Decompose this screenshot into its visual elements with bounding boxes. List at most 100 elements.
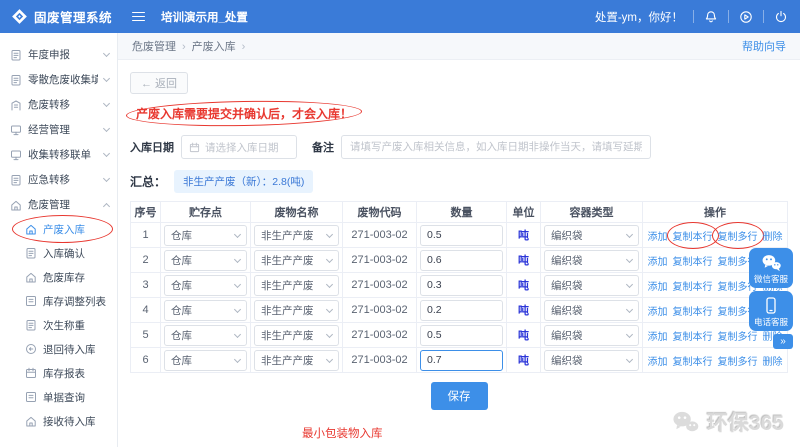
sidebar-item-emergency-transfer[interactable]: 应急转移 <box>0 167 117 192</box>
add-row-link[interactable]: 添加 <box>648 328 668 343</box>
delete-row-link[interactable]: 删除 <box>763 353 783 368</box>
sidebar-subitem-return-pending-inbound[interactable]: 退回待入库 <box>0 337 117 361</box>
document-icon <box>11 49 21 60</box>
sidebar-subitem-label: 库存调整列表 <box>43 295 106 308</box>
sidebar-subitem-waste-inbound[interactable]: 产废入库 <box>0 215 117 243</box>
quantity-input[interactable] <box>420 274 503 296</box>
copy-row-link[interactable]: 复制本行 <box>673 278 713 293</box>
back-button[interactable]: ← 返回 <box>130 72 189 94</box>
storage-select[interactable]: 仓库 <box>164 349 247 371</box>
delete-row-link[interactable]: 删除 <box>763 228 783 243</box>
waste-code: 271-003-02 <box>342 347 417 373</box>
copy-row-link[interactable]: 复制本行 <box>673 253 713 268</box>
copy-multi-row-link[interactable]: 复制多行 <box>718 353 758 368</box>
copy-row-link[interactable]: 复制本行 <box>673 303 713 318</box>
container-type-select[interactable]: 编织袋 <box>544 299 639 321</box>
sidebar-item-scattered-hw-collection[interactable]: 零散危废收集填报 <box>0 67 117 92</box>
help-play-circle-icon[interactable] <box>739 10 753 24</box>
row-index: 3 <box>130 272 161 298</box>
waste-name-select[interactable]: 非生产产废 <box>254 324 339 346</box>
date-input[interactable]: 请选择入库日期 <box>181 135 297 159</box>
waste-name-select[interactable]: 非生产产废 <box>254 349 339 371</box>
waste-name-select[interactable]: 非生产产废 <box>254 274 339 296</box>
wechat-service-button[interactable]: 微信客服 <box>749 248 793 288</box>
menu-toggle-icon[interactable] <box>132 11 145 22</box>
sidebar-item-collection-transfer-manifest[interactable]: 收集转移联单 <box>0 142 117 167</box>
calendar-icon <box>189 142 200 152</box>
save-button[interactable]: 保存 <box>430 382 488 410</box>
sidebar-item-operation-management[interactable]: 经营管理 <box>0 117 117 142</box>
sidebar-item-annual-report[interactable]: 年度申报 <box>0 42 117 67</box>
sidebar-subitem-hw-inventory[interactable]: 危废库存 <box>0 265 117 289</box>
sidebar-subitem-inbound-confirm[interactable]: 入库确认 <box>0 241 117 265</box>
quantity-input[interactable] <box>420 299 503 321</box>
chevron-down-icon <box>233 255 242 264</box>
remark-label: 备注 <box>312 142 334 154</box>
help-guide-link[interactable]: 帮助向导 <box>742 38 786 54</box>
container-type-select[interactable]: 编织袋 <box>544 349 639 371</box>
breadcrumb-bar: 危废管理 › 产废入库 › 帮助向导 <box>118 33 800 60</box>
chevron-down-icon <box>625 255 634 264</box>
sidebar-item-label: 收集转移联单 <box>28 149 91 161</box>
add-row-link[interactable]: 添加 <box>648 303 668 318</box>
sidebar-subitem-inventory-adjust-list[interactable]: 库存调整列表 <box>0 289 117 313</box>
copy-row-link[interactable]: 复制本行 <box>673 328 713 343</box>
storage-select[interactable]: 仓库 <box>164 274 247 296</box>
chevron-down-icon <box>625 305 634 314</box>
copy-row-link[interactable]: 复制本行 <box>666 221 719 249</box>
sidebar-subitem-document-query[interactable]: 单据查询 <box>0 385 117 409</box>
quantity-input[interactable] <box>420 224 503 246</box>
quantity-input[interactable] <box>420 249 503 271</box>
column-header: 序号 <box>130 201 161 223</box>
add-row-link[interactable]: 添加 <box>648 278 668 293</box>
notification-bell-icon[interactable] <box>704 10 718 24</box>
waste-name-select[interactable]: 非生产产废 <box>254 249 339 271</box>
list-icon <box>26 296 36 306</box>
storage-select[interactable]: 仓库 <box>164 299 247 321</box>
sidebar-item-hw-management[interactable]: 危废管理 <box>0 192 117 217</box>
remark-input[interactable] <box>341 135 651 159</box>
breadcrumb-item[interactable]: 危废管理 <box>132 41 176 53</box>
chevron-down-icon <box>233 355 242 364</box>
sidebar-subitem-inventory-report[interactable]: 库存报表 <box>0 361 117 385</box>
chevron-down-icon <box>625 355 634 364</box>
container-type-select[interactable]: 编织袋 <box>544 224 639 246</box>
waste-name-select[interactable]: 非生产产废 <box>254 224 339 246</box>
inbound-form: 入库日期 请选择入库日期 备注 <box>130 135 788 159</box>
sidebar-subitem-label: 单据查询 <box>43 391 85 404</box>
sidebar-item-label: 零散危废收集填报 <box>28 74 98 86</box>
table-row: 4仓库非生产产废271-003-02吨编织袋添加复制本行复制多行删除 <box>130 297 788 323</box>
chevron-down-icon <box>102 74 111 83</box>
add-row-link[interactable]: 添加 <box>648 253 668 268</box>
sidebar-item-hw-transfer[interactable]: 危废转移 <box>0 92 117 117</box>
container-type-select[interactable]: 编织袋 <box>544 274 639 296</box>
container-type-select[interactable]: 编织袋 <box>544 324 639 346</box>
chevron-down-icon <box>625 280 634 289</box>
breadcrumb-item[interactable]: 产废入库 <box>192 41 236 53</box>
storage-select[interactable]: 仓库 <box>164 324 247 346</box>
row-index: 6 <box>130 347 161 373</box>
storage-select[interactable]: 仓库 <box>164 249 247 271</box>
sidebar-subitem-receive-pending-inbound[interactable]: 接收待入库 <box>0 409 117 433</box>
logout-power-icon[interactable] <box>774 10 788 24</box>
chevron-up-icon <box>102 202 111 210</box>
collapse-widget-button[interactable]: » <box>773 334 793 349</box>
quantity-input[interactable] <box>420 349 503 371</box>
phone-service-button[interactable]: 电话客服 <box>749 291 793 331</box>
quantity-input[interactable] <box>420 324 503 346</box>
breadcrumb-separator: › <box>241 41 246 53</box>
copy-row-link[interactable]: 复制本行 <box>673 353 713 368</box>
unit-label: 吨 <box>506 347 541 373</box>
copy-multi-row-link[interactable]: 复制多行 <box>711 221 764 249</box>
storage-select[interactable]: 仓库 <box>164 224 247 246</box>
wechat-watermark-icon <box>673 411 699 432</box>
waste-name-select[interactable]: 非生产产废 <box>254 299 339 321</box>
active-tab[interactable]: 培训演示用_处置 <box>161 9 248 25</box>
brand-watermark: 环保365 <box>670 407 784 437</box>
add-row-link[interactable]: 添加 <box>648 353 668 368</box>
container-type-select[interactable]: 编织袋 <box>544 249 639 271</box>
chevron-down-icon <box>625 330 634 339</box>
add-row-link[interactable]: 添加 <box>648 228 668 243</box>
column-header: 容器类型 <box>540 201 643 223</box>
sidebar-subitem-secondary-weighing[interactable]: 次生称重 <box>0 313 117 337</box>
